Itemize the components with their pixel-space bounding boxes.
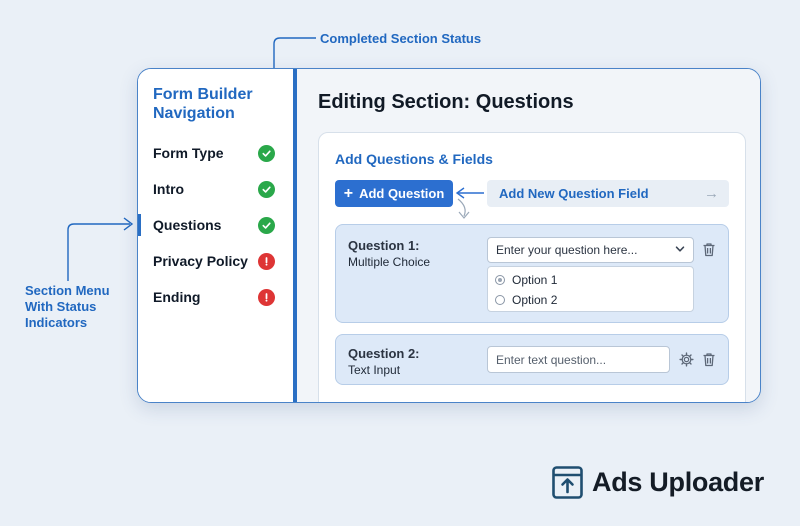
sidebar-item-label: Ending: [153, 289, 201, 305]
add-question-hint: Add New Question Field →: [487, 180, 729, 207]
brand-logo: Ads Uploader: [552, 466, 764, 499]
question-block-2: Question 2: Text Input: [335, 334, 729, 385]
sidebar-item-intro[interactable]: Intro: [138, 175, 293, 203]
annotation-completed-status: Completed Section Status: [320, 31, 482, 46]
brand-name: Ads Uploader: [592, 467, 764, 497]
question-label: Question 2:: [348, 346, 420, 361]
trash-icon[interactable]: [702, 242, 716, 257]
option-item[interactable]: Option 2: [495, 291, 557, 309]
question-block-1: Question 1: Multiple Choice Enter your q…: [335, 224, 729, 323]
sidebar-item-form-type[interactable]: Form Type: [138, 139, 293, 167]
sidebar: Form Builder Navigation Form Type Intro …: [138, 69, 297, 402]
questions-card: Add Questions & Fields + Add Question Ad…: [318, 132, 746, 402]
sidebar-title: Form Builder Navigation: [153, 86, 253, 122]
radio-unselected[interactable]: [495, 295, 505, 305]
option-label: Option 2: [512, 293, 558, 307]
main-panel: Editing Section: Questions Add Questions…: [297, 69, 760, 402]
sidebar-item-label: Intro: [153, 181, 185, 197]
chevron-down-icon: [675, 246, 685, 252]
question-type: Text Input: [348, 363, 401, 377]
check-icon: [258, 217, 275, 234]
upload-box-icon: [552, 466, 583, 499]
add-question-button[interactable]: + Add Question: [335, 180, 453, 207]
check-icon: [258, 181, 275, 198]
card-title: Add Questions & Fields: [335, 151, 493, 167]
question-select[interactable]: Enter your question here...: [487, 237, 694, 263]
add-question-label: Add Question: [359, 186, 445, 201]
radio-selected[interactable]: [495, 275, 505, 285]
page-title: Editing Section: Questions: [318, 91, 574, 113]
check-icon: [258, 145, 275, 162]
options-list: Option 1 Option 2: [487, 266, 694, 312]
sidebar-item-label: Form Type: [153, 145, 224, 161]
sidebar-item-questions[interactable]: Questions: [138, 211, 293, 239]
alert-icon: [258, 253, 275, 270]
plus-icon: +: [343, 184, 354, 202]
question-type: Multiple Choice: [348, 255, 431, 269]
option-item[interactable]: Option 1: [495, 271, 557, 289]
question-label: Question 1:: [348, 238, 420, 253]
arrow-right-icon: →: [704, 185, 719, 202]
gear-icon[interactable]: [679, 352, 694, 367]
select-value: Enter your question here...: [496, 243, 638, 257]
sidebar-item-label: Questions: [153, 217, 222, 233]
alert-icon: [258, 289, 275, 306]
sidebar-item-ending[interactable]: Ending: [138, 283, 293, 311]
sidebar-item-privacy-policy[interactable]: Privacy Policy: [138, 247, 293, 275]
annotation-section-menu: Section Menu With Status Indicators: [25, 283, 110, 330]
text-question-input[interactable]: [487, 346, 670, 373]
hint-label: Add New Question Field: [499, 186, 649, 201]
option-label: Option 1: [512, 273, 558, 287]
form-builder-window: Form Builder Navigation Form Type Intro …: [137, 68, 761, 403]
trash-icon[interactable]: [702, 352, 716, 367]
sidebar-item-label: Privacy Policy: [153, 253, 248, 269]
